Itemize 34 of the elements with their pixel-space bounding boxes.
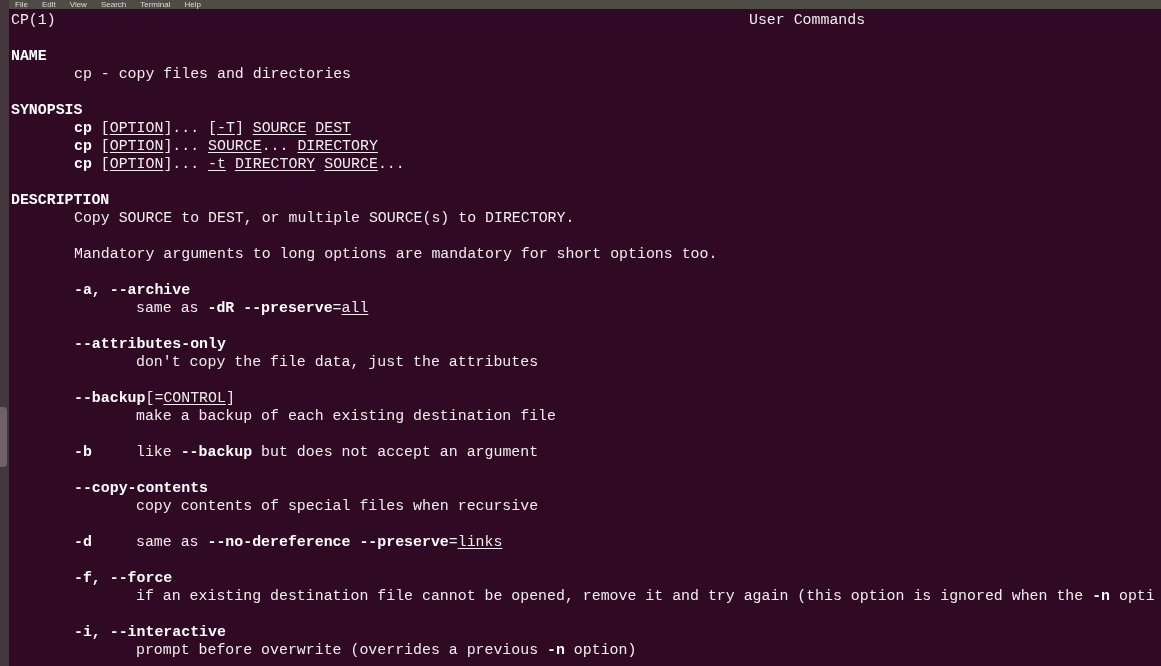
text-line: Copy SOURCE to DEST, or multiple SOURCE(s) to DIRECTORY.: [74, 209, 575, 227]
option-description: don't copy the file data, just the attributes: [136, 353, 539, 371]
menu-item[interactable]: File: [15, 0, 28, 9]
option-name: -f, --force: [74, 569, 173, 587]
text-line: cp [OPTION]... SOURCE... DIRECTORY: [74, 137, 378, 155]
option-description: prompt before overwrite (overrides a previous -n option): [136, 641, 637, 659]
option-name: -i, --interactive: [74, 623, 226, 641]
option-name: -a, --archive: [74, 281, 191, 299]
option-name: --copy-contents: [74, 479, 209, 497]
option-name: --attributes-only: [74, 335, 226, 353]
text-line: cp [OPTION]... [-T] SOURCE DEST: [74, 119, 352, 137]
menu-item[interactable]: Help: [184, 0, 201, 9]
text-line: cp - copy files and directories: [74, 65, 351, 83]
section-heading: SYNOPSIS: [11, 101, 83, 119]
option-description: copy contents of special files when recursive: [136, 497, 539, 515]
option-description: same as --no-dereference --preserve=links: [136, 533, 503, 551]
section-heading: DESCRIPTION: [11, 191, 110, 209]
text-line: cp [OPTION]... -t DIRECTORY SOURCE...: [74, 155, 405, 173]
text-line: Mandatory arguments to long options are mandatory for short options too.: [74, 245, 718, 263]
menu-item[interactable]: View: [69, 0, 87, 9]
option-description: if an existing destination file cannot be opened, remove it and try again (this option is ignored when the -n opti: [136, 587, 1155, 605]
page-title: CP(1): [11, 11, 56, 29]
menu-item[interactable]: Edit: [41, 0, 56, 9]
option-description: make a backup of each existing destination file: [136, 407, 556, 425]
scrollbar-thumb[interactable]: [0, 407, 7, 467]
option-name: -b: [74, 443, 93, 461]
menu-item[interactable]: Search: [100, 0, 127, 9]
option-description: like --backup but does not accept an argument: [136, 443, 539, 461]
page-section-title: User Commands: [749, 11, 866, 29]
option-description: same as -dR --preserve=all: [136, 299, 369, 317]
menu-item[interactable]: Terminal: [140, 0, 171, 9]
section-heading: NAME: [11, 47, 47, 65]
option-name: --backup[=CONTROL]: [74, 389, 235, 407]
option-name: -d: [74, 533, 93, 551]
